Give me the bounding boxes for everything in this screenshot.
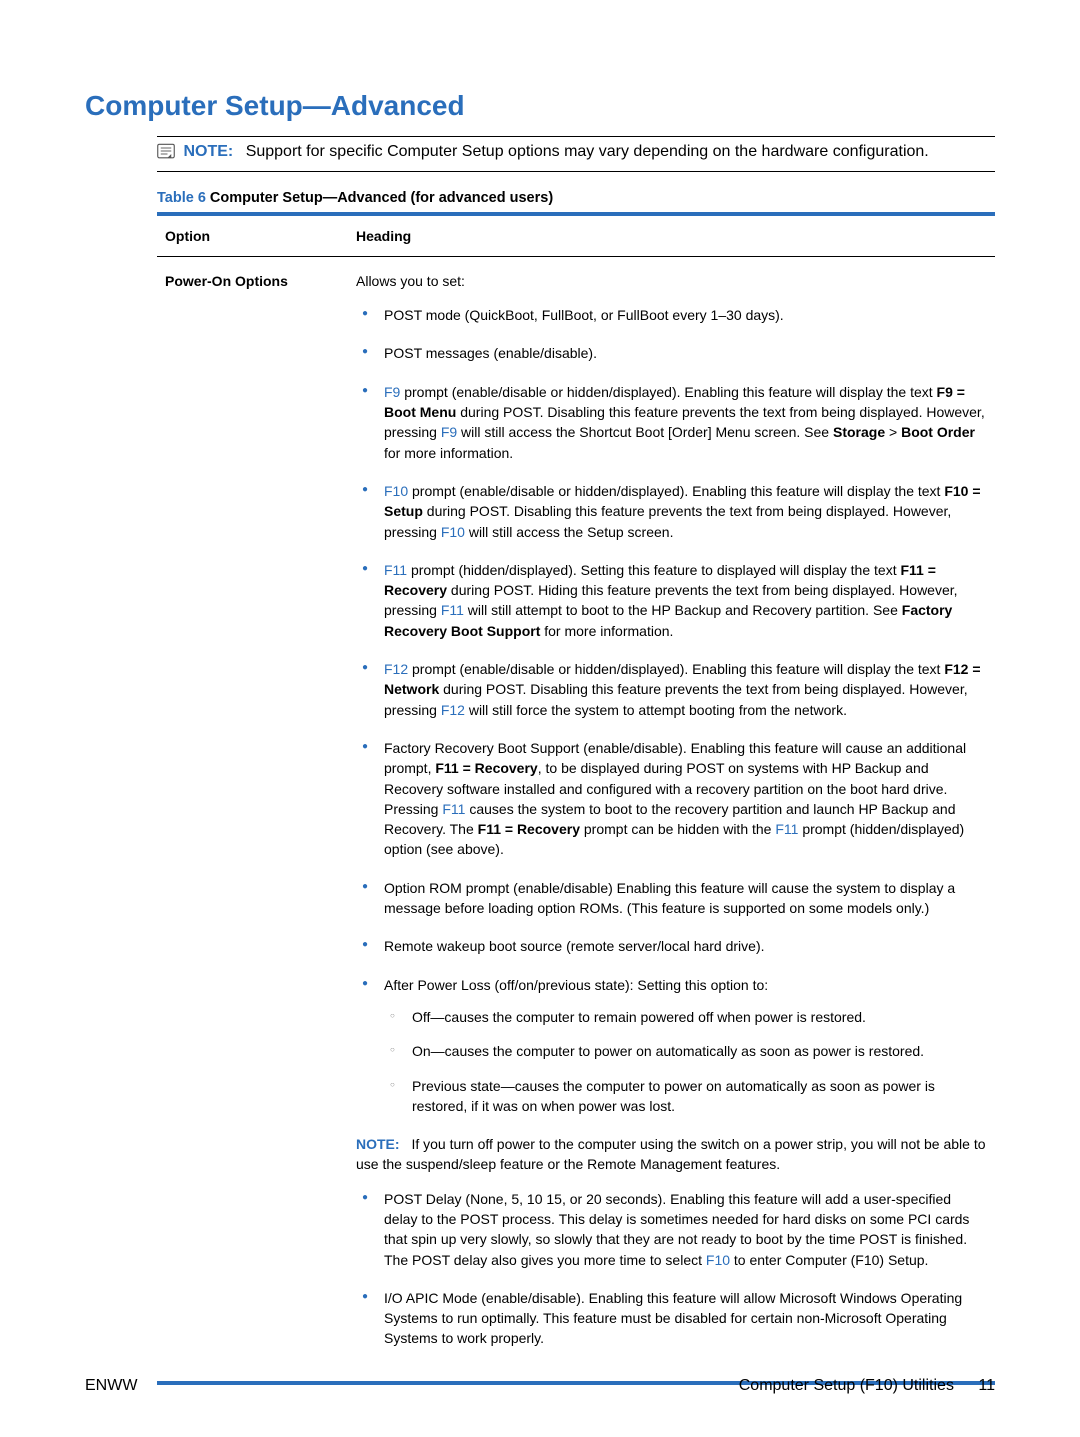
footer-section-title: Computer Setup (F10) Utilities [739, 1377, 954, 1394]
note-callout: NOTE: Support for specific Computer Setu… [157, 136, 995, 172]
option-bullet-list: POST mode (QuickBoot, FullBoot, or FullB… [356, 305, 987, 1116]
options-table: Option Heading Power-On Options Allows y… [157, 212, 995, 1385]
option-intro: Allows you to set: [356, 273, 465, 289]
page-footer: ENWW Computer Setup (F10) Utilities 11 [85, 1377, 995, 1395]
note-label: NOTE: [183, 143, 233, 160]
sub-list: Off—causes the computer to remain powere… [384, 1007, 987, 1116]
inline-note: NOTE: If you turn off power to the compu… [356, 1134, 987, 1175]
table-row: Power-On Options Allows you to set: POST… [157, 256, 995, 1382]
list-item: F11 prompt (hidden/displayed). Setting t… [356, 560, 987, 641]
list-item: F10 prompt (enable/disable or hidden/dis… [356, 481, 987, 542]
list-item: F12 prompt (enable/disable or hidden/dis… [356, 659, 987, 720]
list-item: After Power Loss (off/on/previous state)… [356, 975, 987, 1116]
note-text: Support for specific Computer Setup opti… [246, 143, 929, 160]
table-caption: Table 6 Computer Setup—Advanced (for adv… [157, 190, 995, 206]
table-caption-prefix: Table 6 [157, 190, 206, 206]
note-icon [157, 143, 175, 159]
table-container: Table 6 Computer Setup—Advanced (for adv… [157, 190, 995, 1385]
inline-note-text: If you turn off power to the computer us… [356, 1136, 986, 1172]
table-caption-text: Computer Setup—Advanced (for advanced us… [206, 190, 553, 206]
list-item: POST mode (QuickBoot, FullBoot, or FullB… [356, 305, 987, 325]
option-bullet-list-2: POST Delay (None, 5, 10 15, or 20 second… [356, 1189, 987, 1349]
list-item: I/O APIC Mode (enable/disable). Enabling… [356, 1288, 987, 1349]
footer-right: Computer Setup (F10) Utilities 11 [739, 1377, 995, 1395]
list-item: Remote wakeup boot source (remote server… [356, 936, 987, 956]
footer-left: ENWW [85, 1377, 137, 1395]
table-header-row: Option Heading [157, 214, 995, 257]
option-description: Allows you to set: POST mode (QuickBoot,… [348, 256, 995, 1382]
list-item: Previous state—causes the computer to po… [384, 1076, 987, 1117]
list-item: POST Delay (None, 5, 10 15, or 20 second… [356, 1189, 987, 1270]
list-item: Off—causes the computer to remain powere… [384, 1007, 987, 1027]
option-name: Power-On Options [157, 256, 348, 1382]
list-item: Option ROM prompt (enable/disable) Enabl… [356, 878, 987, 919]
section-heading: Computer Setup—Advanced [85, 90, 995, 122]
list-item: Factory Recovery Boot Support (enable/di… [356, 738, 987, 860]
col-header-option: Option [157, 214, 348, 257]
document-page: Computer Setup—Advanced NOTE: Support fo… [0, 0, 1080, 1437]
list-item: On—causes the computer to power on autom… [384, 1041, 987, 1061]
page-number: 11 [978, 1377, 995, 1394]
list-item: POST messages (enable/disable). [356, 343, 987, 363]
list-item: F9 prompt (enable/disable or hidden/disp… [356, 382, 987, 463]
inline-note-label: NOTE: [356, 1136, 400, 1152]
col-header-heading: Heading [348, 214, 995, 257]
